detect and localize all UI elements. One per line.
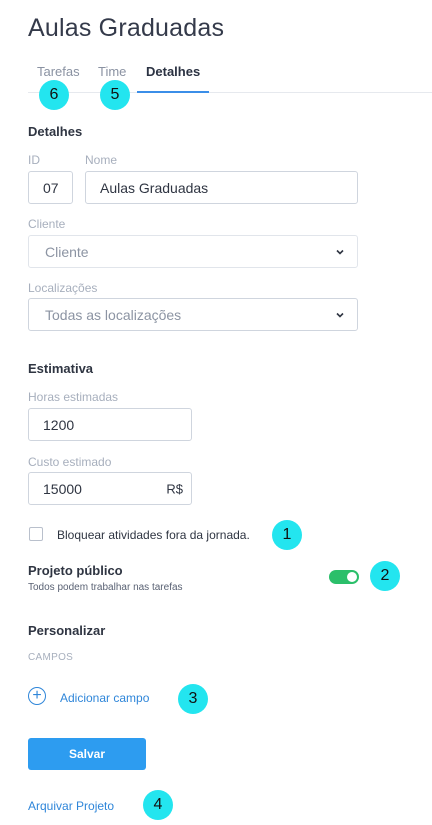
archive-project-link[interactable]: Arquivar Projeto bbox=[28, 799, 114, 813]
tab-tarefas[interactable]: Tarefas bbox=[37, 64, 80, 79]
tab-detalhes[interactable]: Detalhes bbox=[146, 64, 200, 79]
nome-field[interactable]: Aulas Graduadas bbox=[85, 171, 358, 204]
page-title: Aulas Graduadas bbox=[28, 14, 225, 42]
annotation-badge-2: 2 bbox=[370, 561, 400, 591]
horas-label: Horas estimadas bbox=[28, 390, 119, 404]
custo-field[interactable]: 15000 R$ bbox=[28, 472, 192, 505]
bloquear-label: Bloquear atividades fora da jornada. bbox=[57, 528, 250, 542]
tab-time[interactable]: Time bbox=[98, 64, 126, 79]
id-value: 07 bbox=[43, 179, 59, 196]
tabs-divider bbox=[28, 92, 432, 93]
localizacoes-select[interactable]: Todas as localizações bbox=[28, 298, 358, 331]
annotation-badge-3: 3 bbox=[178, 684, 208, 714]
projeto-publico-title: Projeto público bbox=[28, 563, 123, 578]
projeto-publico-subtitle: Todos podem trabalhar nas tarefas bbox=[28, 582, 183, 593]
nome-value: Aulas Graduadas bbox=[100, 179, 209, 196]
cliente-label: Cliente bbox=[28, 217, 66, 231]
annotation-badge-1: 1 bbox=[272, 520, 302, 550]
id-label: ID bbox=[28, 153, 40, 167]
horas-field[interactable]: 1200 bbox=[28, 408, 192, 441]
toggle-knob bbox=[347, 572, 357, 582]
annotation-badge-5: 5 bbox=[100, 80, 130, 110]
custo-value: 15000 bbox=[43, 480, 82, 497]
campos-label: CAMPOS bbox=[28, 652, 74, 663]
active-tab-indicator bbox=[137, 91, 209, 93]
cliente-selected-value: Cliente bbox=[45, 243, 89, 260]
id-field[interactable]: 07 bbox=[28, 171, 73, 204]
section-title-estimativa: Estimativa bbox=[28, 361, 94, 376]
nome-label: Nome bbox=[85, 153, 118, 167]
chevron-down-icon bbox=[336, 312, 344, 318]
horas-value: 1200 bbox=[43, 416, 75, 433]
bloquear-checkbox[interactable] bbox=[29, 527, 43, 541]
section-title-personalizar: Personalizar bbox=[28, 623, 106, 638]
add-field-link[interactable]: Adicionar campo bbox=[60, 691, 149, 705]
section-title-detalhes: Detalhes bbox=[28, 124, 83, 139]
annotation-badge-6: 6 bbox=[39, 80, 69, 110]
localizacoes-selected-value: Todas as localizações bbox=[45, 306, 182, 323]
localizacoes-label: Localizações bbox=[28, 281, 98, 295]
cliente-select[interactable]: Cliente bbox=[28, 235, 358, 268]
annotation-badge-4: 4 bbox=[143, 790, 173, 820]
custo-label: Custo estimado bbox=[28, 455, 112, 469]
plus-circle-icon[interactable]: + bbox=[28, 687, 46, 705]
projeto-publico-toggle[interactable] bbox=[329, 570, 359, 584]
chevron-down-icon bbox=[336, 249, 344, 255]
currency-suffix: R$ bbox=[166, 481, 183, 496]
save-button[interactable]: Salvar bbox=[28, 738, 146, 770]
